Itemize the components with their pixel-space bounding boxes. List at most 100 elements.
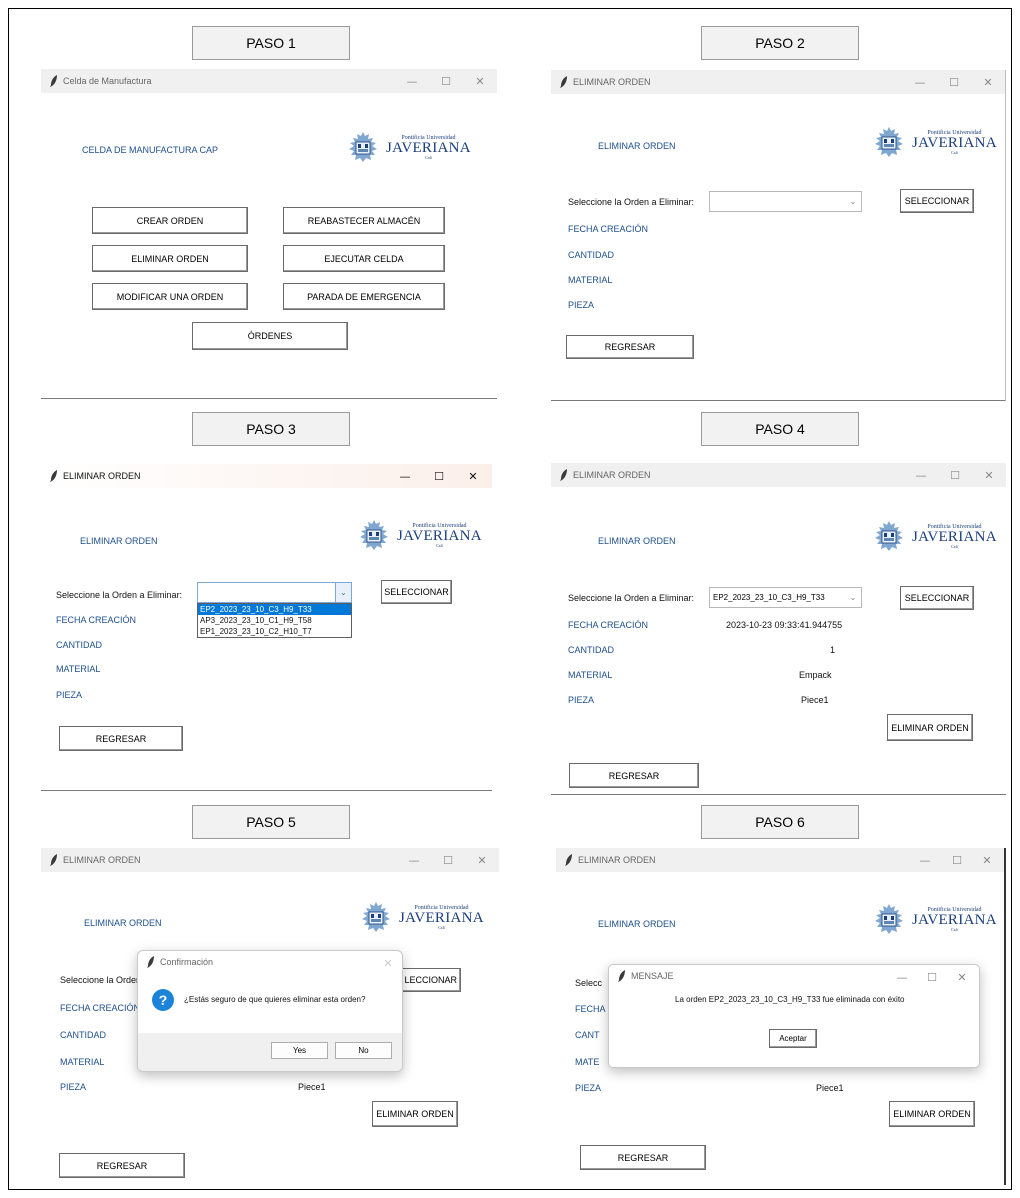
creation-date-label: FECHA: [575, 1004, 606, 1014]
execute-cell-button[interactable]: EJECUTAR CELDA: [283, 245, 445, 272]
order-option[interactable]: EP1_2023_23_10_C2_H10_T7: [198, 626, 351, 637]
step-label-4: PASO 4: [701, 412, 859, 446]
feather-icon: [147, 956, 155, 968]
university-logo: Pontificia Universidad JAVERIANA Cali: [869, 903, 997, 935]
creation-date-label: FECHA CREACIÓN: [60, 1003, 141, 1013]
creation-date-label: FECHA CREACIÓN: [568, 620, 649, 630]
back-button[interactable]: REGRESAR: [580, 1145, 706, 1170]
minimize-icon[interactable]: —: [885, 965, 919, 989]
delete-order-button[interactable]: ELIMINAR ORDEN: [92, 245, 248, 272]
step-label-2: PASO 2: [701, 26, 859, 60]
order-select[interactable]: EP2_2023_23_10_C3_H9_T33 ⌄: [709, 587, 862, 608]
minimize-icon[interactable]: —: [395, 69, 429, 93]
select-order-label: Selecc: [575, 978, 603, 988]
order-select[interactable]: ⌄: [197, 582, 352, 603]
page-heading: ELIMINAR ORDEN: [84, 918, 162, 928]
maximize-icon[interactable]: ☐: [915, 965, 949, 989]
no-button[interactable]: No: [335, 1042, 392, 1059]
piece-label: PIEZA: [60, 1082, 87, 1092]
creation-date-label: FECHA CREACIÓN: [568, 224, 649, 234]
back-button[interactable]: REGRESAR: [566, 335, 694, 359]
delete-order-window-step3: ELIMINAR ORDEN — ☐ ✕ ELIMINAR ORDEN Pont…: [41, 464, 492, 791]
order-select[interactable]: ⌄: [709, 191, 862, 212]
create-order-button[interactable]: CREAR ORDEN: [92, 207, 248, 234]
window-title: ELIMINAR ORDEN: [63, 471, 141, 481]
material-label: MATERIAL: [60, 1057, 105, 1067]
dialog-title: MENSAJE: [631, 971, 674, 981]
maximize-icon[interactable]: ☐: [937, 70, 971, 94]
maximize-icon[interactable]: ☐: [940, 848, 974, 872]
close-icon[interactable]: ✕: [971, 70, 1005, 94]
back-button[interactable]: REGRESAR: [59, 1153, 185, 1178]
close-icon[interactable]: ✕: [945, 965, 979, 989]
window-title: ELIMINAR ORDEN: [63, 855, 141, 865]
chevron-down-icon[interactable]: ⌄: [845, 588, 861, 607]
delete-order-button[interactable]: ELIMINAR ORDEN: [889, 1101, 975, 1127]
orders-button[interactable]: ÓRDENES: [192, 322, 348, 350]
select-order-label: Seleccione la Orden a Eliminar:: [56, 590, 183, 600]
back-button[interactable]: REGRESAR: [59, 726, 183, 751]
title-bar: ELIMINAR ORDEN — ☐ ✕: [41, 464, 492, 488]
material-label: MATERIAL: [568, 670, 613, 680]
main-menu-window: Celda de Manufactura — ☐ ✕ CELDA DE MANU…: [41, 69, 497, 399]
order-option[interactable]: EP2_2023_23_10_C3_H9_T33: [198, 604, 351, 615]
material-label: MATE: [575, 1057, 600, 1067]
feather-icon: [565, 854, 573, 866]
university-logo: Pontificia Universidad JAVERIANA Cali: [869, 520, 997, 552]
close-icon[interactable]: ✕: [463, 69, 497, 93]
page-heading: ELIMINAR ORDEN: [80, 536, 158, 546]
order-select-value: EP2_2023_23_10_C3_H9_T33: [713, 593, 825, 602]
select-order-label: Seleccione la Orden a Eliminar:: [568, 197, 695, 207]
page-heading: ELIMINAR ORDEN: [598, 141, 676, 151]
quantity-label: CANTIDAD: [568, 645, 615, 655]
yes-button[interactable]: Yes: [271, 1042, 328, 1059]
quantity-label: CANT: [575, 1030, 600, 1040]
minimize-icon[interactable]: —: [388, 464, 422, 488]
delete-order-window-step5: ELIMINAR ORDEN — ☐ ✕ ELIMINAR ORDEN Pont…: [41, 848, 499, 1188]
close-icon[interactable]: ✕: [970, 848, 1004, 872]
question-icon: ?: [152, 989, 174, 1011]
delete-order-window-step2: ELIMINAR ORDEN — ☐ ✕ ELIMINAR ORDEN Pont…: [551, 70, 1006, 401]
modify-order-button[interactable]: MODIFICAR UNA ORDEN: [92, 283, 248, 310]
dialog-title: Confirmación: [160, 957, 214, 967]
close-icon[interactable]: ✕: [456, 464, 490, 488]
chevron-down-icon[interactable]: ⌄: [845, 192, 861, 211]
restock-warehouse-button[interactable]: REABASTECER ALMACÉN: [283, 207, 445, 234]
order-option[interactable]: AP3_2023_23_10_C1_H9_T58: [198, 615, 351, 626]
minimize-icon[interactable]: —: [903, 70, 937, 94]
page-heading: ELIMINAR ORDEN: [598, 536, 676, 546]
quantity-value: 1: [830, 645, 836, 655]
maximize-icon[interactable]: ☐: [938, 463, 972, 487]
crest-icon: [869, 903, 909, 935]
minimize-icon[interactable]: —: [908, 848, 942, 872]
maximize-icon[interactable]: ☐: [431, 848, 465, 872]
minimize-icon[interactable]: —: [397, 848, 431, 872]
feather-icon: [560, 76, 568, 88]
close-icon[interactable]: ✕: [972, 463, 1006, 487]
close-icon[interactable]: ✕: [465, 848, 499, 872]
select-order-label: Seleccione la Orden: [60, 975, 142, 985]
emergency-stop-button[interactable]: PARADA DE EMERGENCIA: [283, 283, 445, 310]
chevron-down-icon[interactable]: ⌄: [335, 583, 351, 602]
accept-button[interactable]: Aceptar: [769, 1029, 817, 1048]
maximize-icon[interactable]: ☐: [429, 69, 463, 93]
select-button[interactable]: SELECCIONAR: [381, 580, 452, 604]
select-button[interactable]: SELECCIONAR: [900, 586, 974, 610]
piece-label: PIEZA: [56, 690, 83, 700]
creation-date-label: FECHA CREACIÓN: [56, 615, 137, 625]
select-button[interactable]: LECCIONAR: [393, 968, 461, 992]
step-label-3: PASO 3: [192, 412, 350, 446]
title-bar: ELIMINAR ORDEN — ☐ ✕: [551, 70, 1005, 94]
maximize-icon[interactable]: ☐: [422, 464, 456, 488]
select-button[interactable]: SELECCIONAR: [900, 189, 974, 213]
delete-order-button[interactable]: ELIMINAR ORDEN: [372, 1101, 458, 1127]
step-label-6: PASO 6: [701, 805, 859, 839]
back-button[interactable]: REGRESAR: [569, 763, 699, 788]
close-icon[interactable]: ✕: [374, 951, 402, 975]
piece-label: PIEZA: [568, 695, 595, 705]
university-logo: Pontificia Universidad JAVERIANA Cali: [343, 131, 471, 163]
crest-icon: [354, 519, 394, 551]
delete-order-button[interactable]: ELIMINAR ORDEN: [887, 714, 973, 741]
step-label-5: PASO 5: [192, 805, 350, 839]
minimize-icon[interactable]: —: [904, 463, 938, 487]
